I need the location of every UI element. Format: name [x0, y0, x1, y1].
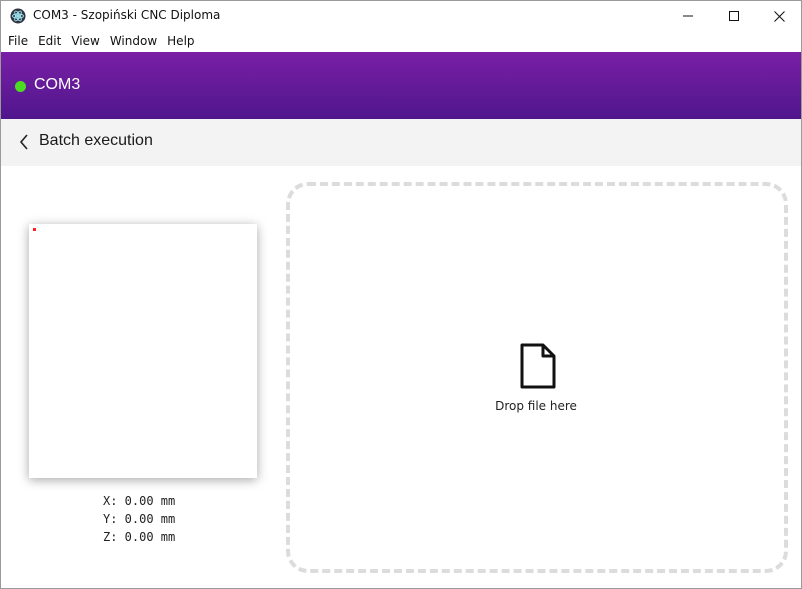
- page-header: Batch execution: [1, 119, 801, 166]
- z-coordinate: Z: 0.00 mm: [103, 530, 176, 544]
- minimize-button[interactable]: [665, 1, 711, 31]
- menu-item-window[interactable]: Window: [105, 31, 162, 51]
- file-icon: [519, 343, 557, 389]
- menu-item-help[interactable]: Help: [162, 31, 199, 51]
- app-window: COM3 - Szopiński CNC Diploma File Edit V…: [0, 0, 802, 589]
- menu-bar: File Edit View Window Help: [1, 31, 801, 51]
- close-icon: [773, 10, 785, 22]
- page-title: Batch execution: [39, 132, 153, 149]
- connection-port-label: COM3: [34, 76, 81, 93]
- workspace-preview: [29, 224, 257, 478]
- back-button[interactable]: [17, 132, 33, 152]
- x-coordinate: X: 0.00 mm: [103, 494, 176, 508]
- menu-item-view[interactable]: View: [66, 31, 104, 51]
- window-title: COM3 - Szopiński CNC Diploma: [33, 8, 221, 22]
- connection-header: COM3: [1, 52, 801, 119]
- tool-position-marker: [33, 228, 36, 231]
- minimize-icon: [683, 11, 693, 21]
- menu-item-file[interactable]: File: [3, 31, 33, 51]
- position-readout: X: 0.00 mm Y: 0.00 mm Z: 0.00 mm: [103, 492, 175, 546]
- connection-status-indicator: [15, 81, 26, 92]
- maximize-icon: [729, 11, 739, 21]
- title-bar: COM3 - Szopiński CNC Diploma: [1, 1, 801, 31]
- menu-item-edit[interactable]: Edit: [33, 31, 66, 51]
- close-button[interactable]: [756, 1, 801, 31]
- app-logo-icon: [10, 8, 26, 24]
- drop-zone-label: Drop file here: [495, 399, 577, 413]
- chevron-left-icon: [17, 134, 33, 156]
- maximize-button[interactable]: [711, 1, 757, 31]
- y-coordinate: Y: 0.00 mm: [103, 512, 176, 526]
